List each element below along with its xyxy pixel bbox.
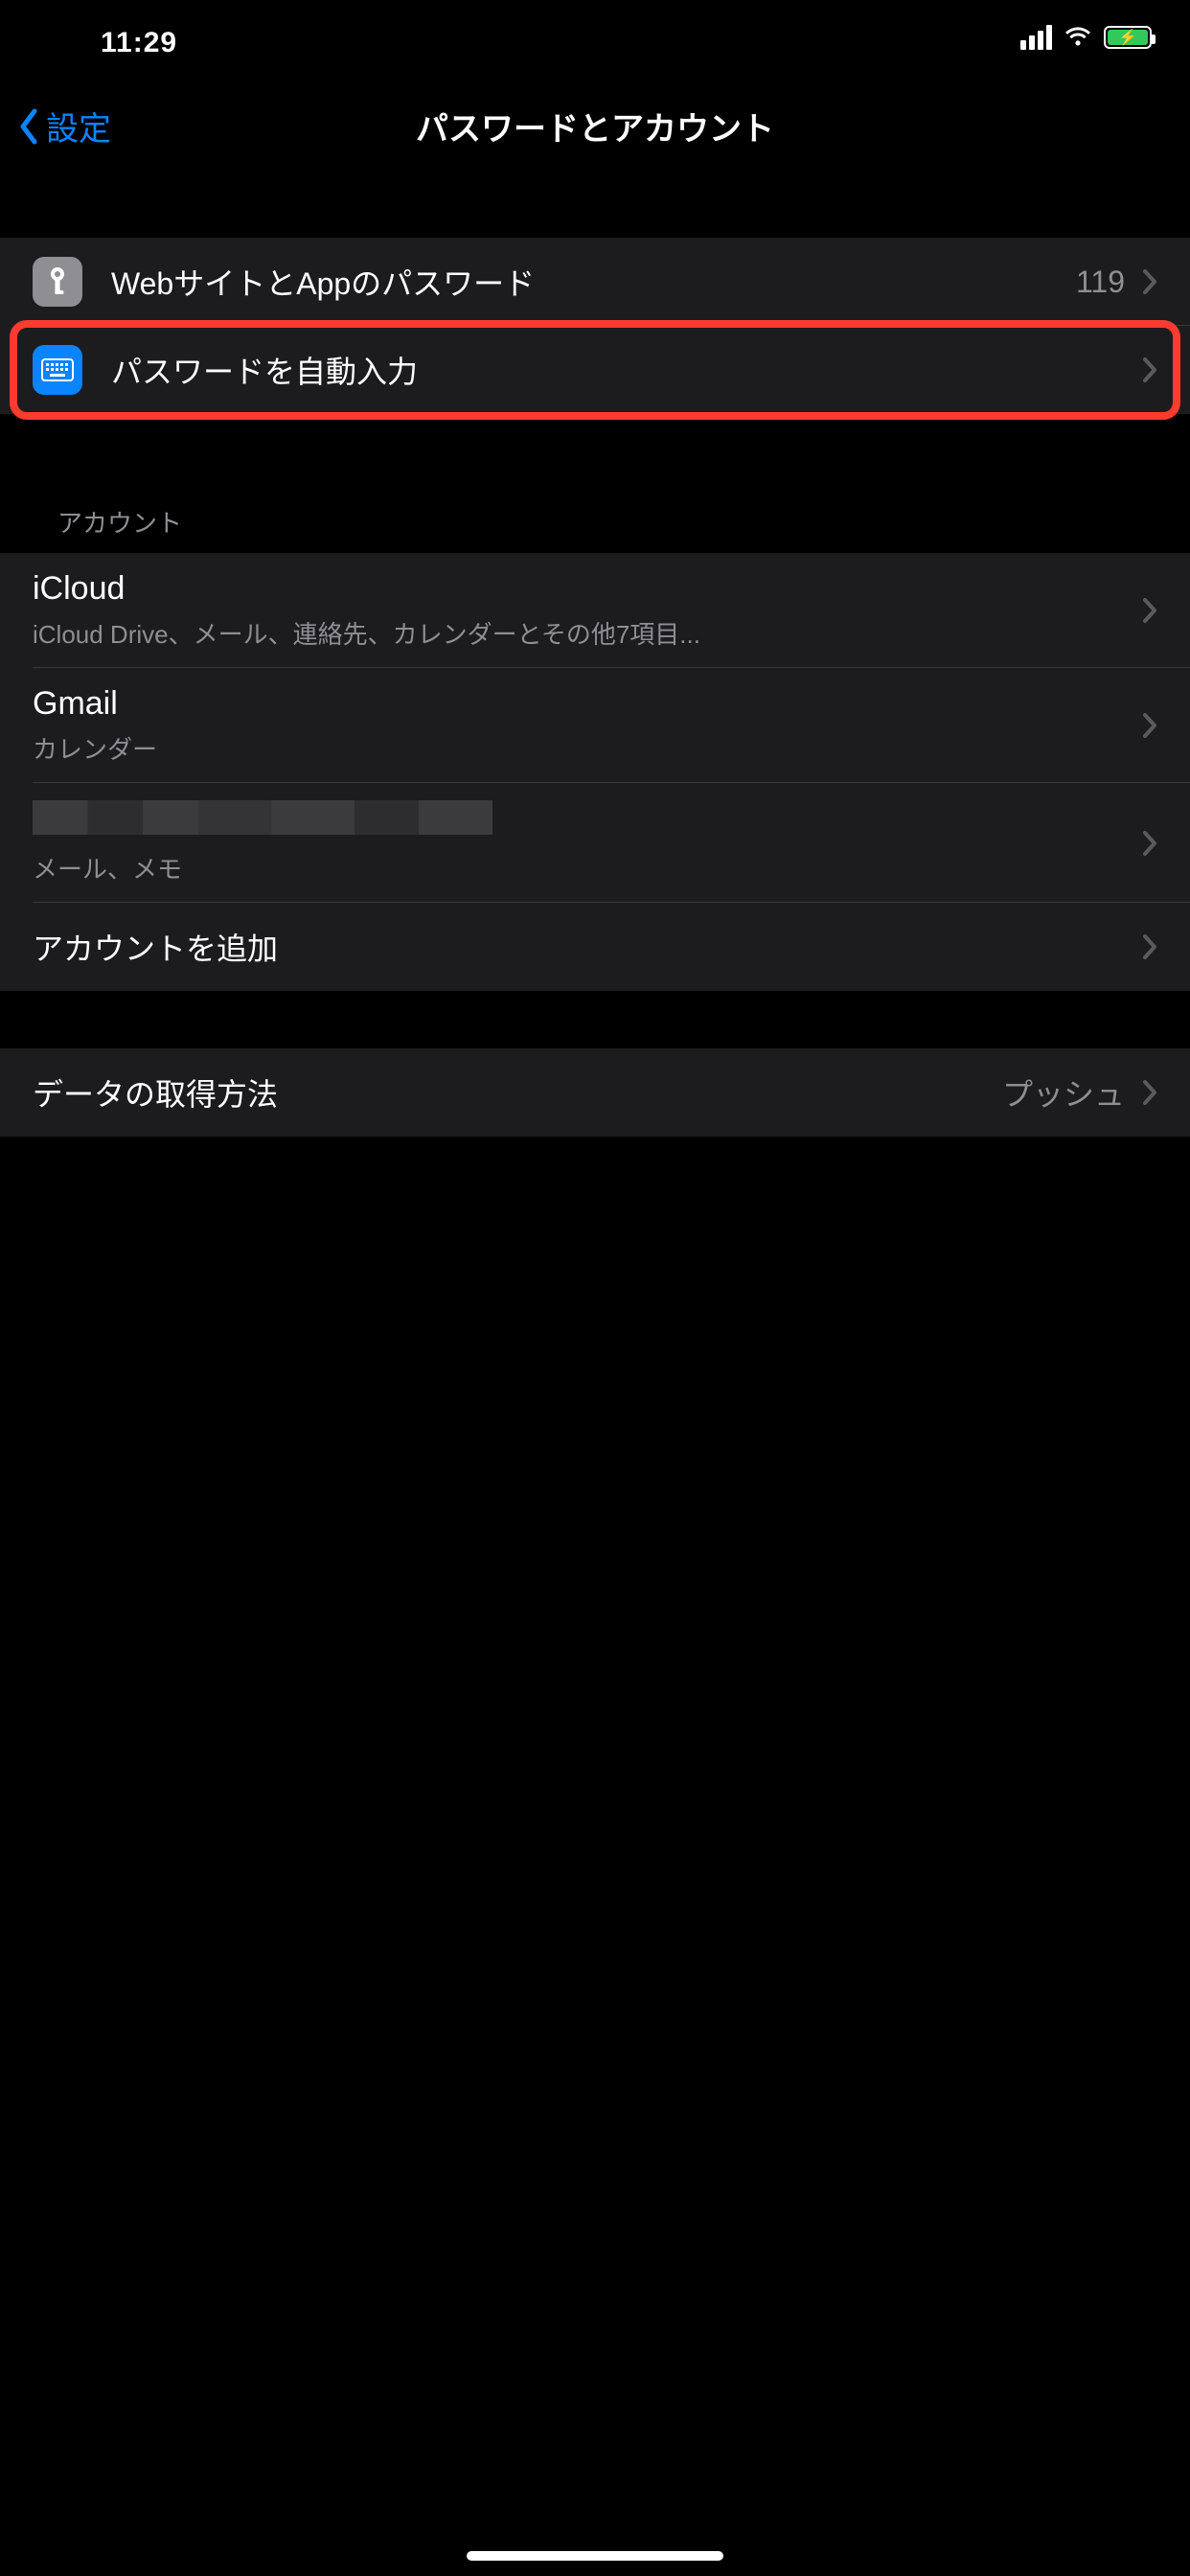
back-label: 設定: [46, 103, 111, 150]
chevron-left-icon: [17, 107, 40, 146]
status-bar: 11:29 ⚡: [0, 0, 1190, 84]
page-title: パスワードとアカウント: [416, 103, 774, 150]
group-fetch: データの取得方法 プッシュ: [0, 1048, 1190, 1137]
account-name: iCloud: [33, 570, 1142, 608]
group-passwords: WebサイトとAppのパスワード 119 パスワードを自動入力: [0, 238, 1190, 414]
back-button[interactable]: 設定: [17, 84, 111, 168]
chevron-right-icon: [1142, 1079, 1157, 1106]
row-account-redacted[interactable]: メール、メモ: [0, 783, 1190, 903]
home-indicator[interactable]: [467, 2551, 723, 2561]
charging-icon: ⚡: [1118, 28, 1137, 47]
status-time: 11:29: [101, 27, 177, 59]
chevron-right-icon: [1142, 712, 1157, 739]
group-accounts: iCloud iCloud Drive、メール、連絡先、カレンダーとその他7項目…: [0, 553, 1190, 991]
key-icon: [33, 257, 82, 307]
redacted-name: [33, 800, 492, 835]
status-right: ⚡: [1020, 25, 1152, 50]
row-fetch-method[interactable]: データの取得方法 プッシュ: [0, 1048, 1190, 1137]
row-label: アカウントを追加: [33, 925, 1142, 969]
account-name: Gmail: [33, 685, 1142, 723]
cellular-icon: [1020, 25, 1052, 50]
account-detail: iCloud Drive、メール、連絡先、カレンダーとその他7項目...: [33, 615, 1142, 651]
chevron-right-icon: [1142, 933, 1157, 960]
keyboard-icon: [33, 345, 82, 395]
account-detail: カレンダー: [33, 730, 1142, 766]
row-website-passwords[interactable]: WebサイトとAppのパスワード 119: [0, 238, 1190, 326]
battery-icon: ⚡: [1104, 26, 1152, 49]
row-label: WebサイトとAppのパスワード: [111, 260, 1076, 304]
row-label: データの取得方法: [33, 1070, 1002, 1115]
row-label: パスワードを自動入力: [111, 348, 1142, 392]
row-account-gmail[interactable]: Gmail カレンダー: [0, 668, 1190, 783]
row-account-icloud[interactable]: iCloud iCloud Drive、メール、連絡先、カレンダーとその他7項目…: [0, 553, 1190, 668]
chevron-right-icon: [1142, 356, 1157, 383]
row-add-account[interactable]: アカウントを追加: [0, 903, 1190, 991]
chevron-right-icon: [1142, 597, 1157, 624]
highlight-wrap: パスワードを自動入力: [0, 326, 1190, 414]
section-header-accounts: アカウント: [0, 504, 1190, 553]
chevron-right-icon: [1142, 830, 1157, 857]
account-detail: メール、メモ: [33, 850, 1142, 886]
row-value: 119: [1076, 264, 1125, 300]
row-autofill-passwords[interactable]: パスワードを自動入力: [0, 326, 1190, 414]
chevron-right-icon: [1142, 268, 1157, 295]
nav-bar: 設定 パスワードとアカウント: [0, 84, 1190, 169]
wifi-icon: [1064, 27, 1092, 48]
row-value: プッシュ: [1002, 1070, 1125, 1115]
